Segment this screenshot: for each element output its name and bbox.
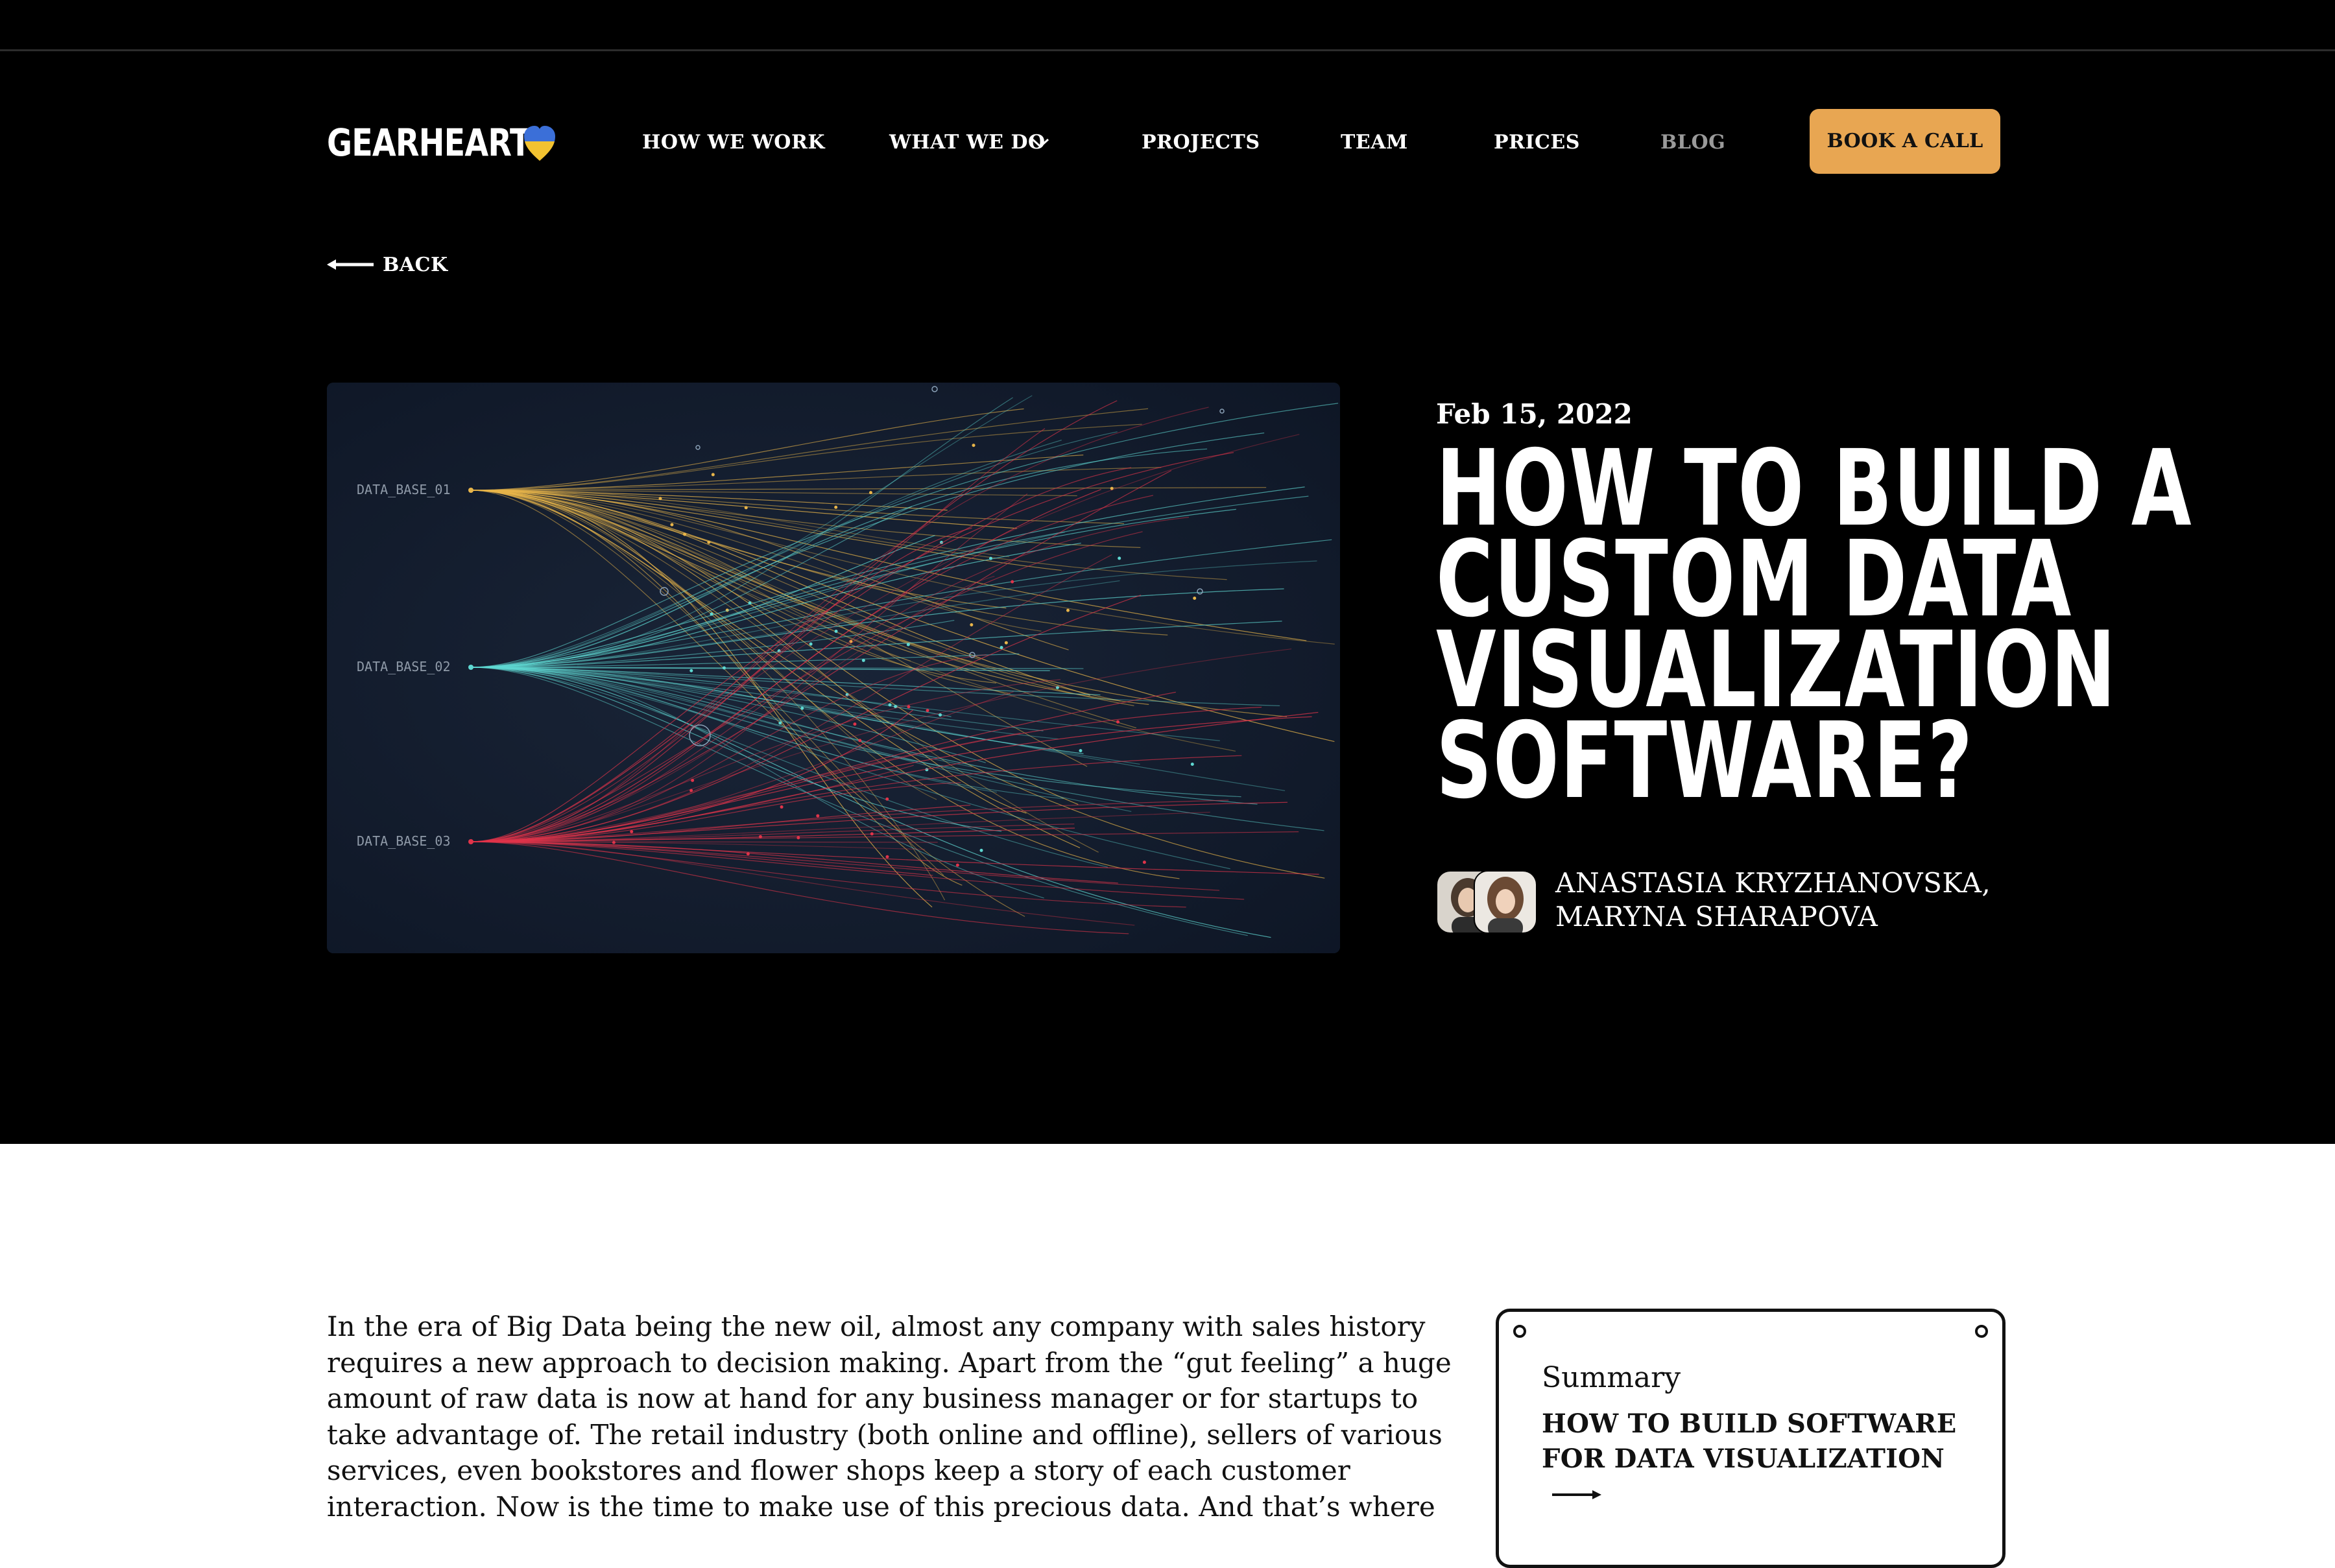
fan-dot [1116,720,1120,724]
body-line: interaction. Now is the time to make use… [327,1490,1435,1523]
fan-dot [746,852,750,856]
fan-dot [906,643,910,647]
hero-label-db3: DATA_BASE_03 [357,833,451,849]
logo[interactable]: GEARHEART [327,122,575,163]
fan-dot [689,789,693,792]
nav-what-we-do[interactable]: WHAT WE DO [889,130,1049,156]
arrow-left-icon [327,259,374,270]
fan-dot [979,848,983,852]
fan-dot [970,623,974,626]
article-date: Feb 15, 2022 [1436,398,1633,430]
hero-image: DATA_BASE_01 DATA_BASE_02 DATA_BASE_03 [327,383,1340,953]
ukraine-heart-icon [524,126,555,161]
fan-dot [907,705,911,709]
fan-dot [691,778,695,782]
arrow-right-icon[interactable] [1552,1488,1601,1501]
chevron-down-icon[interactable] [1031,135,1050,150]
article-title: HOW TO BUILD A CUSTOM DATA VISUALIZATION… [1436,436,2192,822]
summary-label: Summary [1542,1361,1681,1394]
body-line: take advantage of. The retail industry (… [327,1418,1443,1451]
nav-projects[interactable]: PROJECTS [1142,130,1260,156]
fan-dot [972,444,976,447]
fan-dot [1193,597,1197,600]
body-line: services, even bookstores and flower sho… [327,1455,1350,1486]
fan-dot [868,491,872,495]
card-dot [1513,1325,1526,1338]
fan-dot [888,703,892,707]
author-line: MARYNA SHARAPOVA [1555,901,1878,932]
fan-dot [670,523,674,527]
summary-card[interactable]: Summary HOW TO BUILD SOFTWARE FOR DATA V… [1496,1309,2006,1568]
avatar [1474,870,1537,934]
back-link[interactable]: BACK [327,250,448,279]
summary-title-line: FOR DATA VISUALIZATION [1542,1443,1945,1474]
article-intro: In the era of Big Data being the new oil… [327,1309,1455,1525]
fan-dot [780,805,784,809]
fan-dot [1118,556,1121,560]
fan-dot [1011,580,1014,584]
fan-dot [861,658,865,662]
fan-dot [939,713,942,717]
hero-section: GEARHEART HOW WE WORK WHAT WE DO PROJECT… [0,0,2335,1144]
summary-title-line: HOW TO BUILD SOFTWARE [1542,1408,1957,1439]
fan-dot [1079,749,1083,753]
fan-dot [796,836,800,840]
fan-origin [468,839,473,844]
fan-origin [468,488,473,493]
fan-dot [926,709,929,713]
fan-dot [834,505,838,509]
fan-dot [816,814,820,818]
nav-what-we-do-label: WHAT WE DO [889,131,1046,154]
card-dot [1975,1325,1988,1338]
fan-dot [858,739,862,742]
back-label: BACK [383,253,448,276]
fan-dot [955,863,959,867]
top-divider [0,49,2335,51]
body-line: amount of raw data is now at hand for an… [327,1383,1419,1414]
fan-dot [885,855,889,859]
data-visualization-illustration: DATA_BASE_01 DATA_BASE_02 DATA_BASE_03 [327,383,1340,953]
nav-blog[interactable]: BLOG [1660,130,1725,156]
body-line: requires a new approach to decision maki… [327,1346,1452,1379]
fan-dot [612,840,616,844]
body-line: In the era of Big Data being the new oil… [327,1311,1426,1342]
summary-title: HOW TO BUILD SOFTWARE FOR DATA VISUALIZA… [1542,1407,1956,1477]
fan-origin [468,665,473,670]
fan-dot [1142,861,1146,864]
fan-dot [988,556,992,560]
authors: ANASTASIA KRYZHANOVSKA, MARYNA SHARAPOVA [1436,866,1991,934]
author-line: ANASTASIA KRYZHANOVSKA, [1555,867,1991,899]
nav-how-we-work[interactable]: HOW WE WORK [642,130,825,156]
fan-dot [853,722,857,726]
fan-dot [630,829,634,833]
fan-dot [885,797,889,801]
hero-label-db1: DATA_BASE_01 [357,482,451,497]
nav-team[interactable]: TEAM [1341,130,1408,156]
fan-dot [689,669,693,672]
title-line: SOFTWARE? [1436,700,1974,822]
fan-dot [1004,641,1008,645]
hero-label-db2: DATA_BASE_02 [357,659,451,674]
fan-dot [711,473,715,477]
fan-dot [1000,646,1003,650]
author-avatars [1436,868,1540,934]
nav-prices[interactable]: PRICES [1494,130,1580,156]
book-a-call-button[interactable]: BOOK A CALL [1810,109,2000,174]
fan-dot [1066,608,1070,612]
fan-dot [809,642,813,646]
author-names[interactable]: ANASTASIA KRYZHANOVSKA, MARYNA SHARAPOVA [1555,866,1991,934]
fan-dot [1190,762,1194,766]
fan-dot [834,630,838,634]
fan-dot [778,721,782,725]
logo-text: GEARHEART [327,121,531,165]
